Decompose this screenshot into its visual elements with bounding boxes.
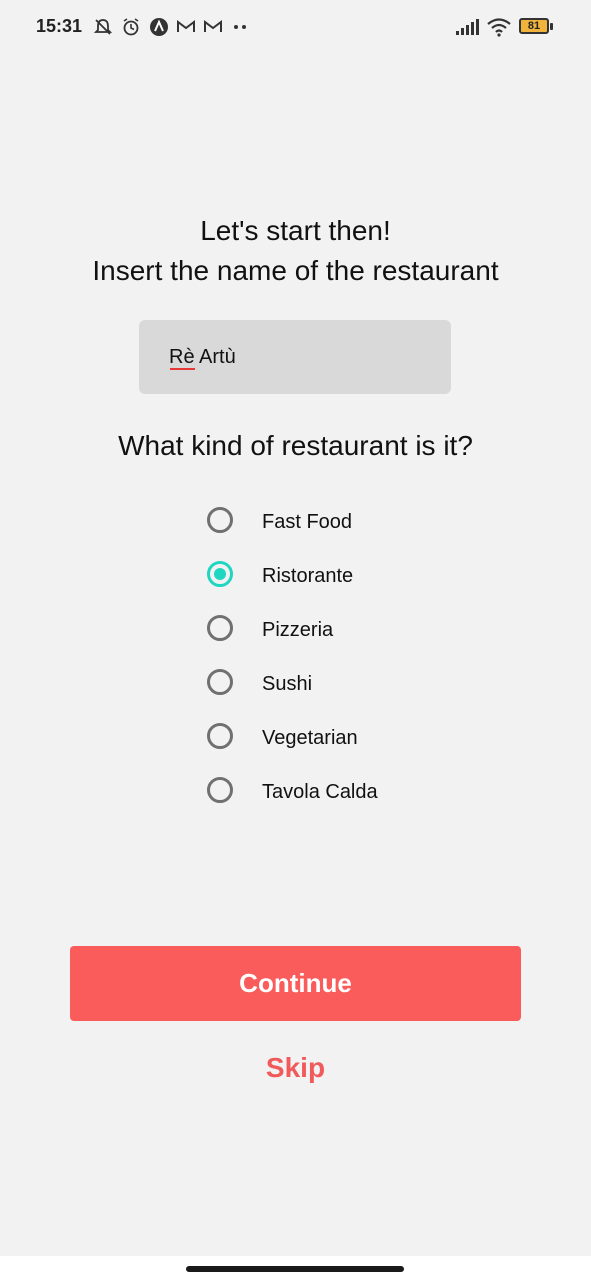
gmail-icon — [204, 20, 222, 32]
radio-dot — [214, 568, 226, 580]
radio-unchecked-icon[interactable] — [207, 669, 233, 695]
mute-alarm-icon — [93, 19, 113, 35]
spellcheck-underline — [170, 368, 195, 370]
radio-unchecked-icon[interactable] — [207, 507, 233, 533]
radio-option-tavola-calda[interactable]: Tavola Calda — [205, 766, 505, 820]
status-bar: 15:31 81 — [0, 0, 591, 56]
continue-button[interactable]: Continue — [70, 946, 521, 1021]
signal-icon — [456, 19, 479, 35]
radio-label[interactable]: Sushi — [262, 673, 312, 696]
radio-option-pizzeria[interactable]: Pizzeria — [205, 604, 505, 658]
radio-label[interactable]: Fast Food — [262, 511, 352, 534]
battery-level: 81 — [527, 20, 541, 32]
wifi-icon — [487, 18, 511, 37]
more-dots-icon — [234, 25, 246, 29]
radio-option-vegetarian[interactable]: Vegetarian — [205, 712, 505, 766]
restaurant-type-radio-group: Fast Food Ristorante Pizzeria Sushi Vege… — [205, 496, 505, 820]
restaurant-name-field[interactable]: Rè Artù — [139, 320, 451, 394]
radio-checked-icon[interactable] — [207, 561, 233, 587]
radio-option-sushi[interactable]: Sushi — [205, 658, 505, 712]
page-title: Let's start then! — [200, 215, 391, 246]
navigation-bar — [0, 1256, 591, 1280]
home-gesture-handle[interactable] — [186, 1266, 404, 1272]
radio-unchecked-icon[interactable] — [207, 615, 233, 641]
radio-label[interactable]: Vegetarian — [262, 727, 358, 750]
status-time: 15:31 — [36, 16, 83, 36]
radio-option-fast-food[interactable]: Fast Food — [205, 496, 505, 550]
page-subtitle: Insert the name of the restaurant — [92, 255, 499, 286]
app-a-icon — [150, 18, 168, 36]
radio-option-ristorante[interactable]: Ristorante — [205, 550, 505, 604]
radio-label[interactable]: Ristorante — [262, 565, 353, 588]
skip-button[interactable]: Skip — [0, 1052, 591, 1084]
alarm-clock-icon — [123, 18, 139, 36]
restaurant-name-value[interactable]: Rè Artù — [169, 346, 236, 369]
radio-label[interactable]: Pizzeria — [262, 619, 333, 642]
gmail-icon — [177, 20, 195, 32]
radio-unchecked-icon[interactable] — [207, 777, 233, 803]
question-label: What kind of restaurant is it? — [118, 430, 473, 461]
battery-icon: 81 — [519, 18, 553, 36]
radio-unchecked-icon[interactable] — [207, 723, 233, 749]
radio-label[interactable]: Tavola Calda — [262, 781, 378, 804]
